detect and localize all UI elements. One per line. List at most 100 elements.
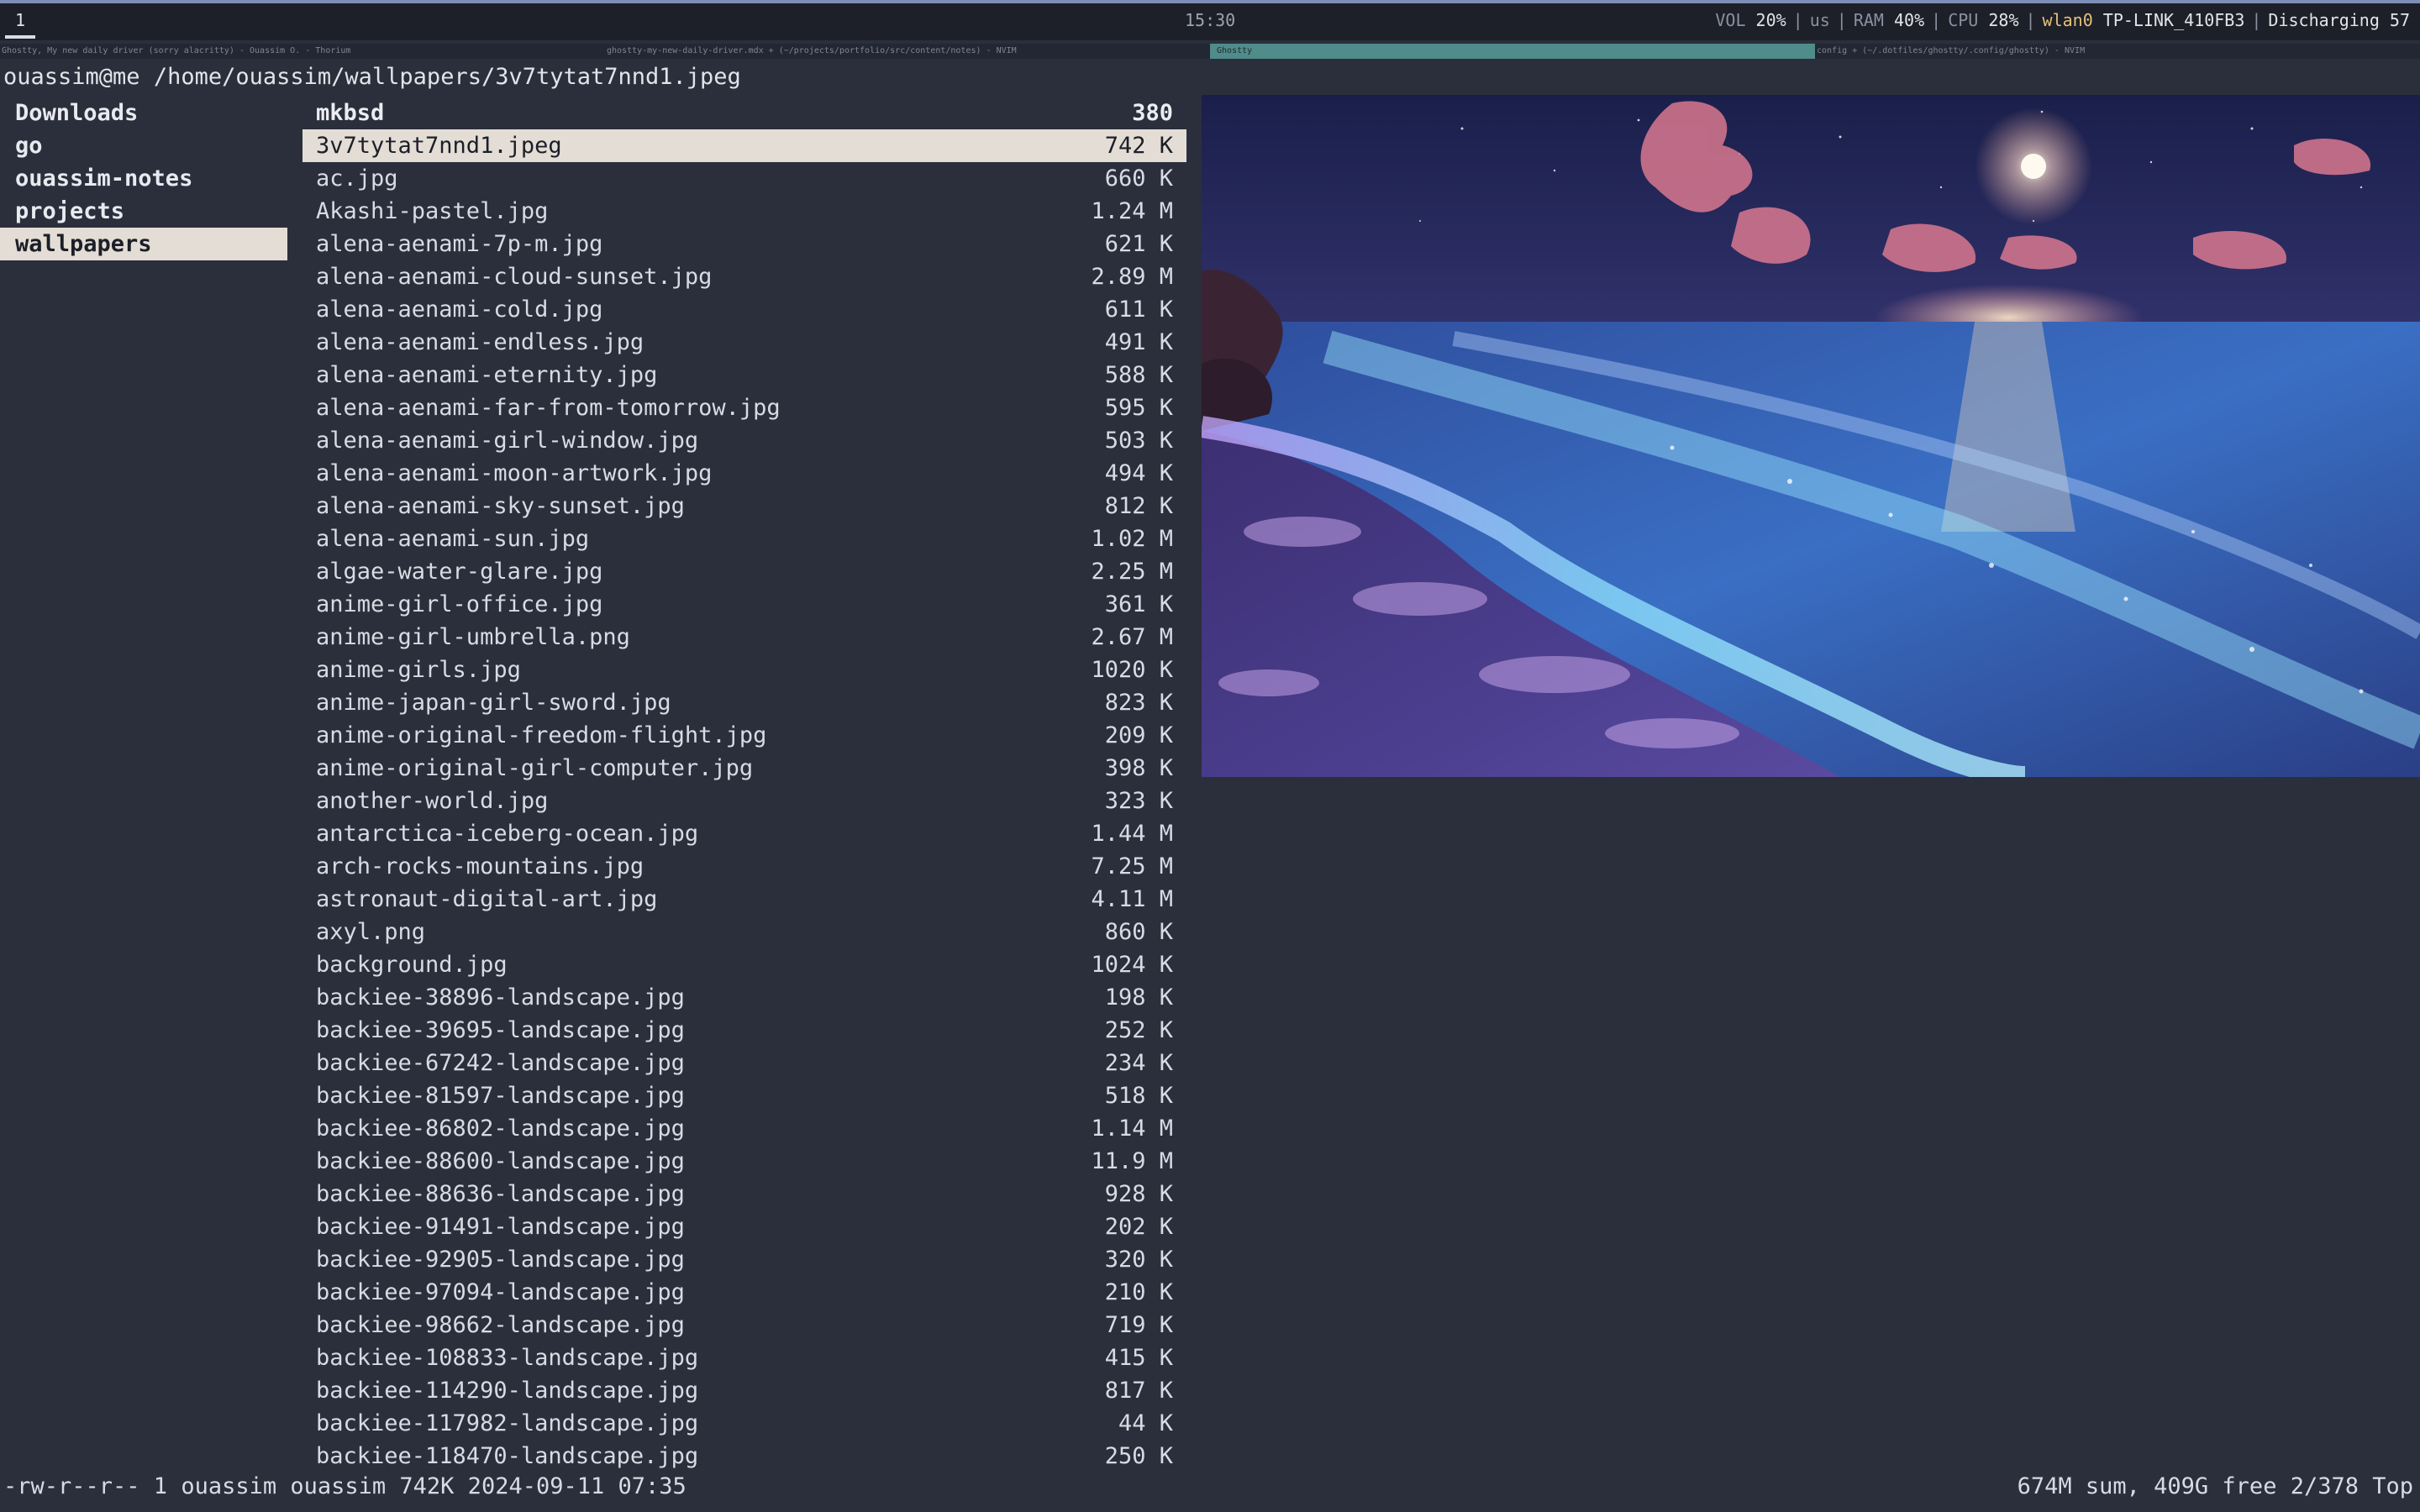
file-name: astronaut-digital-art.jpg [316, 886, 658, 912]
file-name: backiee-98662-landscape.jpg [316, 1312, 685, 1338]
parent-dir-name: wallpapers [15, 231, 152, 257]
file-row[interactable]: arch-rocks-mountains.jpg 7.25 M [302, 850, 1186, 883]
separator: | [2251, 10, 2262, 30]
file-name: anime-girl-umbrella.png [316, 624, 630, 650]
file-row[interactable]: backiee-91491-landscape.jpg 202 K [302, 1210, 1186, 1243]
volume-value: 20% [1755, 10, 1786, 30]
file-size: 1.24 M [1091, 198, 1173, 224]
file-row[interactable]: backiee-86802-landscape.jpg 1.14 M [302, 1112, 1186, 1145]
file-name: mkbsd [316, 100, 385, 126]
file-row[interactable]: background.jpg 1024 K [302, 948, 1186, 981]
file-row[interactable]: backiee-108833-landscape.jpg 415 K [302, 1341, 1186, 1374]
file-row[interactable]: backiee-117982-landscape.jpg 44 K [302, 1407, 1186, 1440]
file-row[interactable]: backiee-98662-landscape.jpg 719 K [302, 1309, 1186, 1341]
active-window-title[interactable]: Ghostty [1210, 44, 1815, 59]
window-title[interactable]: config + (~/.dotfiles/ghostty/.config/gh… [1817, 46, 2085, 55]
file-name: another-world.jpg [316, 788, 549, 814]
file-size: 860 K [1104, 919, 1173, 945]
workspace-indicator[interactable]: 1 [12, 10, 29, 30]
file-row[interactable]: alena-aenami-sun.jpg 1.02 M [302, 522, 1186, 555]
file-size: 494 K [1104, 460, 1173, 486]
file-row[interactable]: alena-aenami-girl-window.jpg 503 K [302, 424, 1186, 457]
file-name: backiee-39695-landscape.jpg [316, 1017, 685, 1043]
file-row[interactable]: backiee-118470-landscape.jpg 250 K [302, 1440, 1186, 1473]
file-size: 817 K [1104, 1378, 1173, 1404]
file-row[interactable]: another-world.jpg 323 K [302, 785, 1186, 817]
keyboard-layout: us [1809, 10, 1830, 30]
file-row[interactable]: backiee-81597-landscape.jpg 518 K [302, 1079, 1186, 1112]
parent-dir-item[interactable]: Downloads [0, 97, 287, 129]
file-name: backiee-108833-landscape.jpg [316, 1345, 699, 1371]
file-row[interactable]: alena-aenami-eternity.jpg 588 K [302, 359, 1186, 391]
file-row[interactable]: anime-original-freedom-flight.jpg 209 K [302, 719, 1186, 752]
parent-dir-item[interactable]: wallpapers [0, 228, 287, 260]
file-row[interactable]: anime-girls.jpg 1020 K [302, 654, 1186, 686]
file-size: 2.25 M [1091, 559, 1173, 585]
file-row[interactable]: ac.jpg 660 K [302, 162, 1186, 195]
parent-dir-name: projects [15, 198, 125, 224]
file-row[interactable]: backiee-39695-landscape.jpg 252 K [302, 1014, 1186, 1047]
file-size: 320 K [1104, 1247, 1173, 1273]
file-size: 1.14 M [1091, 1116, 1173, 1142]
file-row[interactable]: alena-aenami-cold.jpg 611 K [302, 293, 1186, 326]
file-name: alena-aenami-girl-window.jpg [316, 428, 699, 454]
parent-dir-item[interactable]: ouassim-notes [0, 162, 287, 195]
file-name: algae-water-glare.jpg [316, 559, 603, 585]
wallpaper-preview-image [1202, 95, 2420, 777]
file-name: backiee-117982-landscape.jpg [316, 1410, 699, 1436]
file-name: alena-aenami-7p-m.jpg [316, 231, 603, 257]
file-row[interactable]: backiee-88636-landscape.jpg 928 K [302, 1178, 1186, 1210]
file-name: ac.jpg [316, 165, 398, 192]
file-size: 380 [1132, 100, 1173, 126]
window-title[interactable]: Ghostty, My new daily driver (sorry alac… [2, 46, 350, 55]
file-size: 415 K [1104, 1345, 1173, 1371]
file-row[interactable]: backiee-67242-landscape.jpg 234 K [302, 1047, 1186, 1079]
file-row[interactable]: alena-aenami-far-from-tomorrow.jpg 595 K [302, 391, 1186, 424]
file-row[interactable]: anime-original-girl-computer.jpg 398 K [302, 752, 1186, 785]
file-size: 4.11 M [1091, 886, 1173, 912]
file-row[interactable]: alena-aenami-sky-sunset.jpg 812 K [302, 490, 1186, 522]
file-row[interactable]: backiee-38896-landscape.jpg 198 K [302, 981, 1186, 1014]
file-size: 1020 K [1091, 657, 1173, 683]
file-size: 250 K [1104, 1443, 1173, 1469]
file-row[interactable]: anime-japan-girl-sword.jpg 823 K [302, 686, 1186, 719]
file-row[interactable]: alena-aenami-7p-m.jpg 621 K [302, 228, 1186, 260]
file-row[interactable]: backiee-114290-landscape.jpg 817 K [302, 1374, 1186, 1407]
window-title[interactable]: ghostty-my-new-daily-driver.mdx + (~/pro… [607, 46, 1017, 55]
file-row[interactable]: algae-water-glare.jpg 2.25 M [302, 555, 1186, 588]
file-row[interactable]: Akashi-pastel.jpg 1.24 M [302, 195, 1186, 228]
file-size: 621 K [1104, 231, 1173, 257]
parent-dir-item[interactable]: projects [0, 195, 287, 228]
file-row[interactable]: axyl.png 860 K [302, 916, 1186, 948]
file-size: 44 K [1118, 1410, 1173, 1436]
file-row[interactable]: backiee-88600-landscape.jpg 11.9 M [302, 1145, 1186, 1178]
network-ssid: TP-LINK_410FB3 [2102, 10, 2245, 30]
file-row[interactable]: backiee-92905-landscape.jpg 320 K [302, 1243, 1186, 1276]
separator: | [1836, 10, 1847, 30]
current-path: ouassim@me /home/ouassim/wallpapers/3v7t… [3, 64, 741, 94]
cpu-label: CPU [1948, 10, 1979, 30]
file-size: 1.44 M [1091, 821, 1173, 847]
file-row[interactable]: anime-girl-umbrella.png 2.67 M [302, 621, 1186, 654]
parent-dir-item[interactable]: go [0, 129, 287, 162]
file-row[interactable]: astronaut-digital-art.jpg 4.11 M [302, 883, 1186, 916]
file-row[interactable]: antarctica-iceberg-ocean.jpg 1.44 M [302, 817, 1186, 850]
file-size: 588 K [1104, 362, 1173, 388]
file-size: 595 K [1104, 395, 1173, 421]
separator: | [1792, 10, 1803, 30]
file-row[interactable]: 3v7tytat7nnd1.jpeg 742 K [302, 129, 1186, 162]
file-row[interactable]: alena-aenami-endless.jpg 491 K [302, 326, 1186, 359]
file-row[interactable]: alena-aenami-cloud-sunset.jpg 2.89 M [302, 260, 1186, 293]
ram-label: RAM [1853, 10, 1884, 30]
parent-dir-name: Downloads [15, 100, 139, 126]
disk-and-position-info: 674M sum, 409G free 2/378 Top [2017, 1473, 2413, 1499]
file-size: 11.9 M [1091, 1148, 1173, 1174]
file-name: antarctica-iceberg-ocean.jpg [316, 821, 699, 847]
directory-row[interactable]: mkbsd 380 [302, 97, 1186, 129]
file-size: 323 K [1104, 788, 1173, 814]
file-name: alena-aenami-cold.jpg [316, 297, 603, 323]
file-info: -rw-r--r-- 1 ouassim ouassim 742K 2024-0… [3, 1473, 687, 1499]
file-row[interactable]: alena-aenami-moon-artwork.jpg 494 K [302, 457, 1186, 490]
file-row[interactable]: anime-girl-office.jpg 361 K [302, 588, 1186, 621]
file-row[interactable]: backiee-97094-landscape.jpg 210 K [302, 1276, 1186, 1309]
